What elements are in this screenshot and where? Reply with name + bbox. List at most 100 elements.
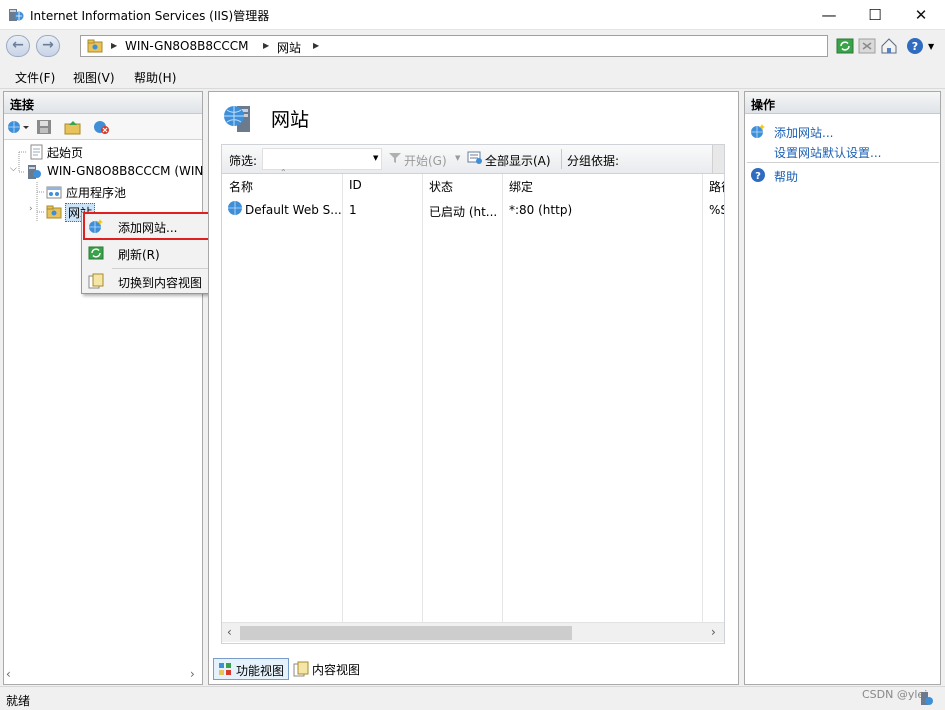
filter-input[interactable] [262, 148, 382, 170]
toolbar-overflow[interactable] [712, 145, 724, 173]
chevron-down-icon[interactable]: ⌵ [10, 164, 17, 174]
column-divider [422, 174, 423, 622]
connect-globe-icon[interactable] [6, 119, 30, 135]
action-site-defaults[interactable]: 设置网站默认设置... [774, 144, 881, 161]
column-header-status[interactable]: 状态 [429, 178, 453, 195]
group-by-label[interactable]: 分组依据: [567, 152, 619, 169]
connections-header: 连接 [4, 92, 202, 114]
menu-view[interactable]: 视图(V) [73, 69, 115, 86]
site-id: 1 [349, 203, 357, 217]
add-site-icon [88, 218, 104, 234]
close-button[interactable]: ✕ [898, 0, 944, 30]
column-header-path[interactable]: 路径 [709, 178, 724, 195]
table-row[interactable]: Default Web S... 1 已启动 (ht... *:80 (http… [222, 200, 724, 220]
refresh-icon [88, 245, 104, 261]
scroll-left-arrow[interactable]: ‹ [6, 667, 11, 681]
site-globe-icon [227, 200, 243, 216]
back-button[interactable]: ← [6, 35, 30, 57]
menu-file[interactable]: 文件(F) [15, 69, 55, 86]
content-view-icon [88, 273, 104, 289]
address-bar[interactable]: ▶ WIN-GN8O8B8CCCM ▶ 网站 ▶ [80, 35, 828, 57]
scroll-left-arrow[interactable]: ‹ [227, 625, 232, 639]
chevron-right-icon[interactable]: › [29, 204, 33, 214]
column-divider [342, 174, 343, 622]
action-help[interactable]: 帮助 [774, 168, 798, 185]
refresh-icon[interactable] [836, 37, 854, 55]
forward-button[interactable]: → [36, 35, 60, 57]
iis-app-icon [8, 7, 24, 23]
feature-view-button[interactable]: 功能视图 [213, 658, 290, 680]
scrollbar-thumb[interactable] [240, 626, 572, 640]
chevron-right-icon: ▶ [111, 41, 118, 50]
status-text: 就绪 [6, 694, 31, 708]
chevron-down-icon[interactable]: ▼ [928, 42, 934, 51]
actions-panel: 操作 添加网站... 设置网站默认设置... ? 帮助 [744, 91, 941, 685]
start-button[interactable]: 开始(G) [404, 152, 447, 169]
action-add-site[interactable]: 添加网站... [774, 124, 833, 141]
filter-label: 筛选: [229, 154, 258, 168]
horizontal-scrollbar[interactable]: ‹ › [222, 622, 724, 642]
help-icon: ? [750, 167, 766, 183]
column-header-name[interactable]: 名称 [229, 178, 253, 195]
column-divider [502, 174, 503, 622]
window-title: Internet Information Services (IIS)管理器 [30, 9, 270, 23]
content-view-button[interactable]: 内容视图 [290, 658, 364, 680]
scroll-right-arrow[interactable]: › [711, 625, 716, 639]
feature-view-label: 功能视图 [236, 664, 285, 678]
actions-header: 操作 [745, 92, 940, 114]
connections-toolbar [4, 114, 202, 140]
site-name: Default Web S... [245, 203, 342, 217]
column-header-binding[interactable]: 绑定 [509, 178, 533, 195]
app-pool-icon [46, 184, 62, 200]
server-icon [26, 164, 42, 180]
help-icon[interactable]: ? [906, 37, 924, 55]
menu-bar: 文件(F) 视图(V) 帮助(H) [0, 63, 945, 89]
tree-item-server[interactable]: WIN-GN8O8B8CCCM (WIN [47, 164, 203, 178]
site-path: %S [709, 203, 724, 217]
network-status-icon [918, 691, 934, 707]
sort-ascending-icon: ⌃ [280, 168, 287, 177]
actions-divider [747, 162, 939, 163]
home-icon[interactable] [880, 37, 898, 55]
menu-help[interactable]: 帮助(H) [134, 69, 176, 86]
funnel-icon [388, 151, 402, 165]
features-panel: 网站 筛选: ▼ 开始(G) ▼ 全部显示(A) 分组依据: ⌃ 名称 ID 状… [208, 91, 739, 685]
sites-large-icon [221, 102, 255, 136]
scroll-right-arrow[interactable]: › [190, 667, 195, 681]
column-header-id[interactable]: ID [349, 178, 362, 192]
page-title: 网站 [271, 109, 310, 131]
connections-panel: 连接 起始页 ⌵ WIN-GN8O8B8CCCM (WIN 应用程序池 › 网站… [3, 91, 203, 685]
content-view-label: 内容视图 [312, 663, 361, 677]
breadcrumb-sites[interactable]: 网站 [277, 39, 301, 56]
save-icon[interactable] [36, 119, 52, 135]
up-level-icon[interactable] [64, 119, 82, 135]
maximize-button[interactable]: ☐ [852, 0, 898, 30]
svg-text:?: ? [912, 40, 918, 53]
ctx-switch-content-label: 切换到内容视图 [118, 276, 203, 290]
chevron-right-icon: ▶ [313, 41, 320, 50]
title-bar: Internet Information Services (IIS)管理器 —… [0, 0, 945, 30]
breadcrumb-server[interactable]: WIN-GN8O8B8CCCM [125, 39, 249, 53]
minimize-button[interactable]: — [806, 0, 852, 30]
sites-folder-icon [46, 204, 62, 220]
column-divider [702, 174, 703, 622]
view-switcher: 功能视图 内容视图 [208, 658, 739, 682]
start-page-icon [28, 144, 44, 160]
ctx-refresh-label: 刷新(R) [118, 248, 160, 262]
feature-view-icon [218, 662, 232, 676]
show-all-button[interactable]: 全部显示(A) [485, 152, 551, 169]
stop-icon[interactable] [858, 37, 876, 55]
chevron-down-icon[interactable]: ▼ [373, 154, 378, 162]
address-row: ← → ▶ WIN-GN8O8B8CCCM ▶ 网站 ▶ ? ▼ [0, 30, 945, 62]
sites-list: ⌃ 名称 ID 状态 绑定 路径 Default Web S... 1 已启动 … [221, 168, 725, 644]
status-bar: 就绪 CSDN @ylei [0, 686, 945, 710]
chevron-right-icon: ▶ [263, 41, 270, 50]
disconnect-icon[interactable] [92, 119, 110, 135]
folder-icon [87, 38, 103, 54]
tree-item-start-page[interactable]: 起始页 [47, 144, 83, 161]
tree-item-app-pools[interactable]: 应用程序池 [66, 184, 126, 201]
ctx-add-site-label: 添加网站... [118, 221, 178, 235]
toolbar-divider [561, 149, 562, 169]
chevron-down-icon[interactable]: ▼ [455, 154, 460, 162]
add-site-icon [750, 123, 766, 139]
